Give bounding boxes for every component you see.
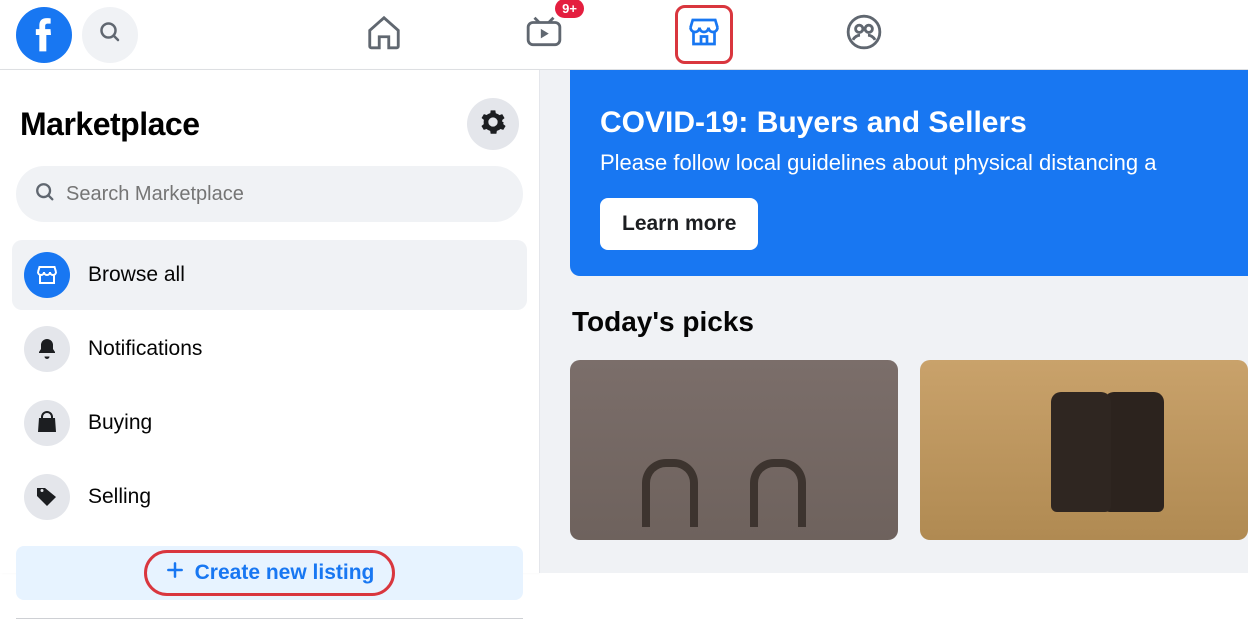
settings-button[interactable] bbox=[467, 98, 519, 150]
page-title: Marketplace bbox=[20, 106, 199, 143]
sidebar: Marketplace bbox=[0, 70, 540, 573]
tab-watch[interactable]: 9+ bbox=[514, 5, 574, 65]
gear-icon bbox=[479, 108, 507, 141]
watch-icon bbox=[525, 13, 563, 56]
listing-card[interactable] bbox=[920, 360, 1248, 540]
top-navigation: 9+ bbox=[0, 0, 1248, 70]
learn-more-button[interactable]: Learn more bbox=[600, 198, 758, 250]
tag-icon bbox=[24, 474, 70, 520]
banner-title: COVID-19: Buyers and Sellers bbox=[600, 106, 1248, 140]
home-icon bbox=[365, 13, 403, 56]
sidebar-item-label: Buying bbox=[88, 411, 152, 435]
picks-row bbox=[570, 360, 1248, 540]
sidebar-item-label: Selling bbox=[88, 485, 151, 509]
tab-groups[interactable] bbox=[834, 5, 894, 65]
highlight-ring-marketplace bbox=[675, 5, 733, 64]
main-content: COVID-19: Buyers and Sellers Please foll… bbox=[540, 70, 1248, 573]
marketplace-icon bbox=[686, 37, 722, 54]
store-icon bbox=[24, 252, 70, 298]
topbar-left bbox=[0, 7, 138, 63]
tab-home[interactable] bbox=[354, 5, 414, 65]
watch-badge: 9+ bbox=[555, 0, 584, 18]
highlight-ring-create: Create new listing bbox=[144, 550, 396, 596]
sidebar-item-label: Notifications bbox=[88, 337, 202, 361]
create-label: Create new listing bbox=[195, 561, 375, 585]
listing-card[interactable] bbox=[570, 360, 898, 540]
global-search-button[interactable] bbox=[82, 7, 138, 63]
covid-banner: COVID-19: Buyers and Sellers Please foll… bbox=[570, 70, 1248, 276]
banner-text: Please follow local guidelines about phy… bbox=[600, 150, 1248, 176]
plus-icon bbox=[165, 560, 185, 586]
sidebar-header: Marketplace bbox=[12, 84, 527, 166]
search-icon bbox=[34, 181, 56, 208]
search-icon bbox=[98, 20, 122, 49]
tab-marketplace[interactable] bbox=[674, 5, 734, 65]
sidebar-item-buying[interactable]: Buying bbox=[12, 388, 527, 458]
top-tabs: 9+ bbox=[0, 0, 1248, 69]
bell-icon bbox=[24, 326, 70, 372]
sidebar-search[interactable] bbox=[16, 166, 523, 222]
sidebar-item-notifications[interactable]: Notifications bbox=[12, 314, 527, 384]
search-input[interactable] bbox=[66, 183, 505, 206]
active-tab-underline bbox=[623, 73, 785, 76]
bag-icon bbox=[24, 400, 70, 446]
facebook-logo[interactable] bbox=[16, 7, 72, 63]
sidebar-item-browse-all[interactable]: Browse all bbox=[12, 240, 527, 310]
create-new-listing-button[interactable]: Create new listing bbox=[16, 546, 523, 600]
groups-icon bbox=[845, 13, 883, 56]
todays-picks-heading: Today's picks bbox=[572, 306, 1248, 338]
sidebar-item-selling[interactable]: Selling bbox=[12, 462, 527, 532]
sidebar-item-label: Browse all bbox=[88, 263, 185, 287]
